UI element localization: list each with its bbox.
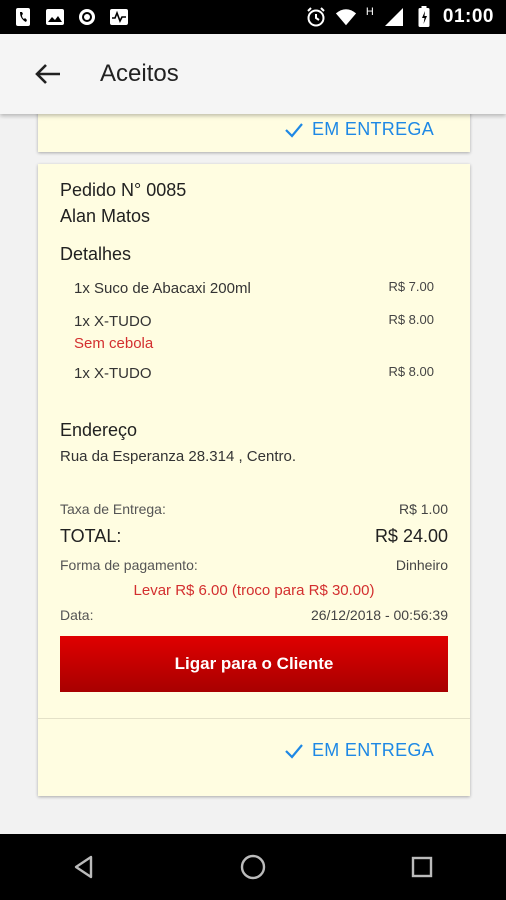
- item-price: R$ 7.00: [388, 279, 434, 294]
- payment-label: Forma de pagamento:: [60, 557, 198, 573]
- signal-icon: [383, 6, 405, 28]
- item-price: R$ 8.00: [388, 312, 434, 327]
- wifi-icon: [335, 6, 357, 28]
- address-title: Endereço: [60, 420, 138, 440]
- arrow-left-icon: [35, 64, 60, 84]
- orders-list[interactable]: EM ENTREGA Pedido N° 0085 Alan Matos Det…: [0, 114, 506, 834]
- date-label: Data:: [60, 607, 94, 623]
- navigation-bar: [0, 834, 506, 900]
- triangle-back-icon: [75, 855, 93, 879]
- status-label: EM ENTREGA: [311, 119, 434, 139]
- nav-back-button[interactable]: [54, 842, 114, 892]
- check-icon: [285, 122, 303, 138]
- status-label: EM ENTREGA: [311, 740, 434, 760]
- nav-home-button[interactable]: [223, 842, 283, 892]
- battery-icon: [413, 6, 435, 28]
- image-icon: [44, 6, 66, 28]
- circle-home-icon: [240, 854, 266, 880]
- payment-method: Dinheiro: [395, 557, 448, 573]
- nav-recents-button[interactable]: [392, 842, 452, 892]
- order-number: Pedido N° 0085: [60, 180, 187, 200]
- in-delivery-button-previous[interactable]: EM ENTREGA: [284, 119, 434, 140]
- order-card-previous: EM ENTREGA: [38, 114, 470, 152]
- circle-icon: [76, 6, 98, 28]
- total-label: TOTAL:: [60, 526, 122, 546]
- alarm-icon: [305, 6, 327, 28]
- order-date: 26/12/2018 - 00:56:39: [310, 607, 448, 623]
- total-value: R$ 24.00: [374, 526, 448, 546]
- item-name: 1x X-TUDO: [74, 365, 152, 382]
- item-price: R$ 8.00: [388, 364, 434, 379]
- address-text: Rua da Esperanza 28.314 , Centro.: [60, 448, 296, 465]
- app-bar: Aceitos: [0, 34, 506, 114]
- in-delivery-button[interactable]: EM ENTREGA: [284, 740, 434, 761]
- delivery-fee-label: Taxa de Entrega:: [60, 501, 166, 517]
- activity-icon: [108, 6, 130, 28]
- network-type: H: [365, 6, 374, 18]
- details-title: Detalhes: [60, 244, 132, 264]
- back-button[interactable]: [28, 54, 68, 94]
- change-note: Levar R$ 6.00 (troco para R$ 30.00): [133, 582, 375, 599]
- square-recents-icon: [411, 856, 432, 878]
- item-note: Sem cebola: [74, 335, 154, 352]
- delivery-fee-value: R$ 1.00: [398, 501, 448, 517]
- phone-icon: [12, 6, 34, 28]
- check-icon: [285, 743, 303, 759]
- call-customer-button[interactable]: Ligar para o Cliente: [60, 636, 448, 692]
- item-name: 1x X-TUDO: [74, 313, 152, 330]
- divider: [38, 718, 470, 719]
- page-title: Aceitos: [100, 60, 179, 87]
- item-name: 1x Suco de Abacaxi 200ml: [74, 280, 251, 297]
- status-bar: H 01:00: [0, 0, 506, 34]
- customer-name: Alan Matos: [60, 206, 151, 226]
- order-card: Pedido N° 0085 Alan Matos Detalhes 1x Su…: [38, 164, 470, 796]
- clock: 01:00: [442, 6, 494, 27]
